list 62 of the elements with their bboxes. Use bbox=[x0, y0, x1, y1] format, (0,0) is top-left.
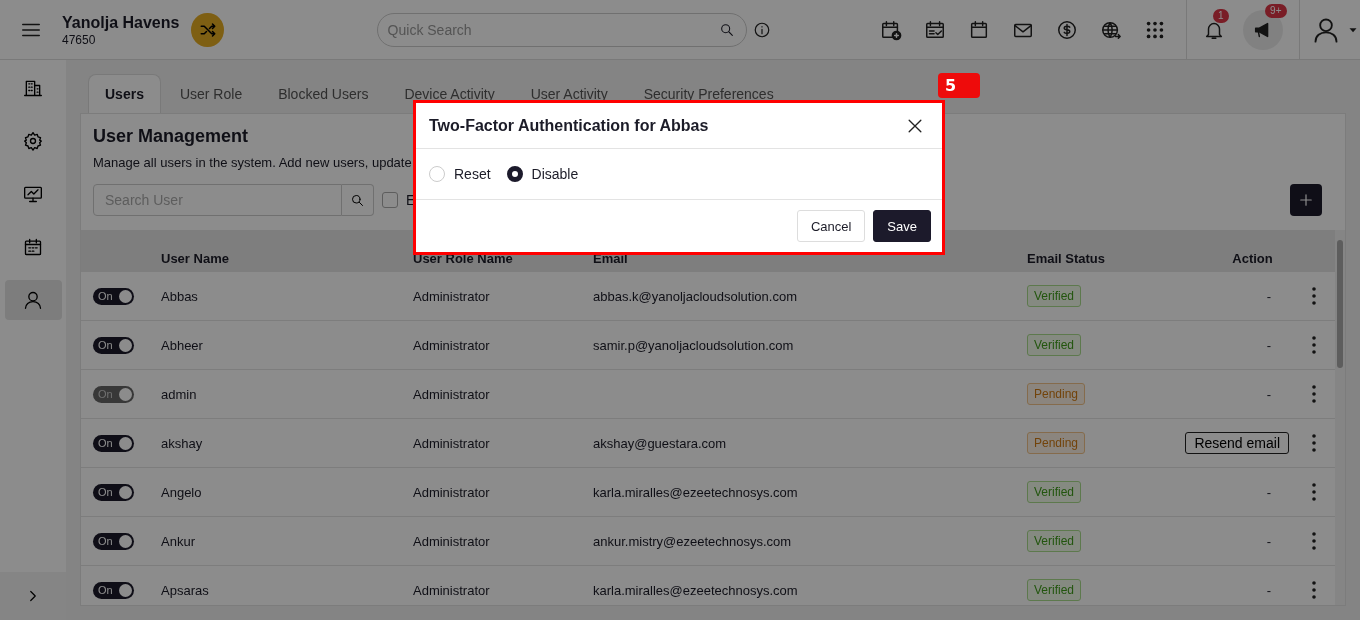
toggle-switch[interactable]: On bbox=[93, 581, 134, 599]
status-badge: Verified bbox=[1027, 334, 1082, 356]
cancel-button[interactable]: Cancel bbox=[796, 210, 866, 242]
step-badge: 5 bbox=[938, 73, 980, 98]
property-code: 47650 bbox=[62, 32, 97, 47]
table-cell-text: samir.p@yanoljacloudsolution.com bbox=[593, 337, 795, 353]
table-cell-text: Administrator bbox=[413, 386, 491, 402]
table-cell-text: Administrator bbox=[413, 288, 491, 304]
table-cell-text: Administrator bbox=[413, 435, 491, 451]
table-cell: - bbox=[1266, 582, 1271, 598]
tab[interactable]: Security Preferences bbox=[626, 74, 791, 113]
table-cell: - bbox=[1266, 386, 1271, 402]
table-cell-text: Apsaras bbox=[161, 582, 210, 598]
toggle-switch[interactable]: On bbox=[93, 287, 134, 305]
tab[interactable]: Blocked Users bbox=[261, 74, 386, 113]
table-cell-text: abbas.k@yanoljacloudsolution.com bbox=[593, 288, 798, 304]
column-header: User Name bbox=[161, 249, 230, 266]
page-title: User Management bbox=[93, 126, 250, 147]
status-badge: Pending bbox=[1027, 383, 1086, 405]
table-cell-text: akshay bbox=[161, 435, 204, 451]
radio-option[interactable]: Reset bbox=[429, 166, 491, 182]
table-cell-text: akshay@guestara.com bbox=[593, 435, 728, 451]
notification-count: 1 bbox=[1213, 8, 1229, 23]
table-cell-text: Angelo bbox=[161, 484, 203, 500]
table-cell-text: admin bbox=[161, 386, 198, 402]
resend-email-button[interactable]: Resend email bbox=[1185, 432, 1289, 454]
column-header: Email Status bbox=[1027, 249, 1107, 266]
page-description: Manage all users in the system. Add new users, update bbox=[93, 155, 413, 170]
table-cell-text: Administrator bbox=[413, 337, 491, 353]
column-header: Action bbox=[1231, 249, 1274, 266]
table-cell: - bbox=[1266, 484, 1271, 500]
table-cell-text: karla.miralles@ezeetechnosys.com bbox=[593, 582, 799, 598]
table-cell-text: Abbas bbox=[161, 288, 199, 304]
status-badge: Pending bbox=[1027, 432, 1086, 454]
dialog-title: Two-Factor Authentication for Abbas bbox=[429, 116, 710, 135]
radio-option[interactable]: Disable bbox=[506, 166, 579, 182]
tab[interactable]: Users bbox=[88, 74, 161, 113]
search-field[interactable]: Quick Search bbox=[376, 12, 747, 47]
save-button[interactable]: Save bbox=[873, 210, 931, 242]
table-cell-text: Abheer bbox=[161, 337, 204, 353]
table-cell-text: Ankur bbox=[161, 533, 196, 549]
status-badge: Verified bbox=[1027, 579, 1082, 601]
status-badge: Verified bbox=[1027, 530, 1082, 552]
tab[interactable]: User Role bbox=[162, 74, 260, 113]
table-cell: - bbox=[1266, 533, 1271, 549]
table-cell-text: Administrator bbox=[413, 484, 491, 500]
status-badge: Verified bbox=[1027, 481, 1082, 503]
table-cell: - bbox=[1266, 288, 1271, 304]
table-cell: - bbox=[1266, 337, 1271, 353]
table-cell-text: Administrator bbox=[413, 533, 491, 549]
property-name: Yanolja Havens bbox=[62, 12, 180, 33]
tab[interactable]: User Activity bbox=[513, 74, 625, 113]
toggle-switch[interactable]: On bbox=[93, 532, 134, 550]
table-cell-text: karla.miralles@ezeetechnosys.com bbox=[593, 484, 799, 500]
table-cell-text: ankur.mistry@ezeetechnosys.com bbox=[593, 533, 793, 549]
toggle-switch[interactable]: On bbox=[93, 336, 134, 354]
tab[interactable]: Device Activity bbox=[387, 74, 512, 113]
toggle-switch[interactable]: On bbox=[93, 434, 134, 452]
status-badge: Verified bbox=[1027, 285, 1082, 307]
announcement-count: 9+ bbox=[1265, 3, 1287, 18]
toggle-switch[interactable]: On bbox=[93, 483, 134, 501]
table-cell-text: Administrator bbox=[413, 582, 491, 598]
